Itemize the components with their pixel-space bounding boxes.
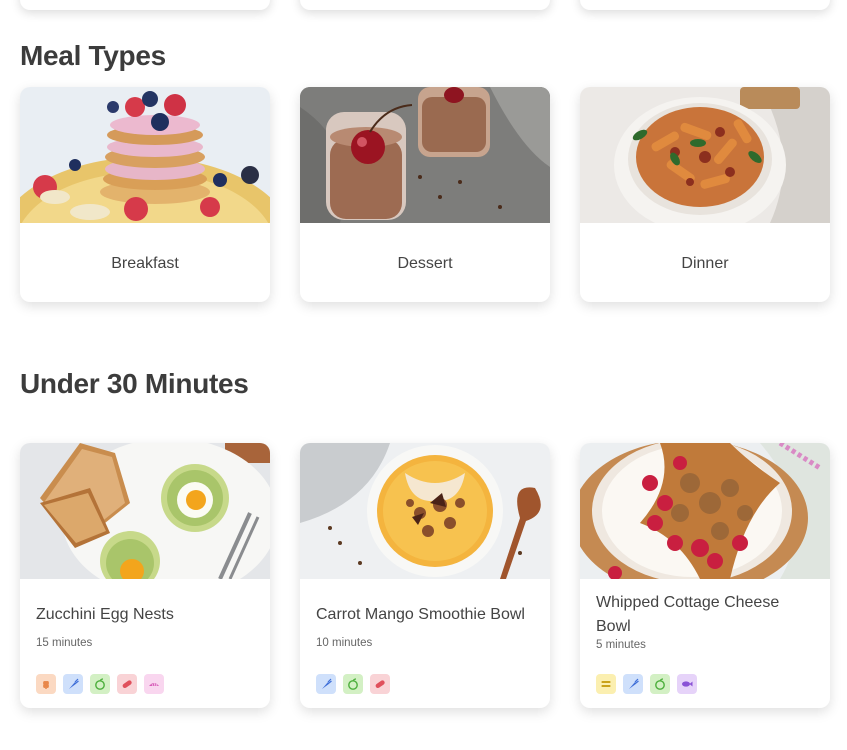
- meal-card-label: Dinner: [681, 255, 729, 272]
- recipe-time: 15 minutes: [36, 637, 93, 649]
- recipe-title[interactable]: Zucchini Egg Nests: [36, 603, 254, 627]
- mango-smoothie-bowl-image: [300, 443, 550, 579]
- meal-card-label: Dessert: [397, 255, 453, 272]
- meal-card-label: Breakfast: [111, 255, 179, 272]
- apple-icon: [343, 674, 363, 694]
- zucchini-egg-nests-image: [20, 443, 270, 579]
- cottage-cheese-bowl-image: [580, 443, 830, 579]
- recipe-card-zucchini-egg-nests[interactable]: Zucchini Egg Nests 15 minutes: [20, 443, 270, 708]
- apple-icon: [650, 674, 670, 694]
- sausage-icon: [370, 674, 390, 694]
- carrot-icon: [316, 674, 336, 694]
- meal-card-dinner[interactable]: Dinner: [580, 87, 830, 302]
- sausage-icon: [117, 674, 137, 694]
- cheese-icon: [596, 674, 616, 694]
- previous-card[interactable]: [20, 0, 270, 10]
- under-30-minutes-heading: Under 30 Minutes: [20, 368, 249, 399]
- recipe-title[interactable]: Carrot Mango Smoothie Bowl: [316, 603, 534, 627]
- carrot-icon: [63, 674, 83, 694]
- chocolate-mousse-with-cherry-image: [300, 87, 550, 223]
- pasta-bowl-image: [580, 87, 830, 223]
- previous-card[interactable]: [300, 0, 550, 10]
- wheat-icon: [36, 674, 56, 694]
- meal-card-breakfast[interactable]: Breakfast: [20, 87, 270, 302]
- dietary-tags: [36, 674, 164, 694]
- apple-icon: [90, 674, 110, 694]
- recipe-card-carrot-mango-smoothie-bowl[interactable]: Carrot Mango Smoothie Bowl 10 minutes: [300, 443, 550, 708]
- recipe-time: 10 minutes: [316, 637, 373, 649]
- recipe-time: 5 minutes: [596, 639, 646, 651]
- meal-card-dessert[interactable]: Dessert: [300, 87, 550, 302]
- recipe-title[interactable]: Whipped Cottage Cheese Bowl: [596, 591, 814, 639]
- previous-card[interactable]: [580, 0, 830, 10]
- dietary-tags: [316, 674, 390, 694]
- dietary-tags: [596, 674, 697, 694]
- bread-icon: [144, 674, 164, 694]
- fish-icon: [677, 674, 697, 694]
- recipe-card-whipped-cottage-cheese-bowl[interactable]: Whipped Cottage Cheese Bowl 5 minutes: [580, 443, 830, 708]
- pancakes-with-berries-image: [20, 87, 270, 223]
- meal-types-heading: Meal Types: [20, 40, 166, 71]
- carrot-icon: [623, 674, 643, 694]
